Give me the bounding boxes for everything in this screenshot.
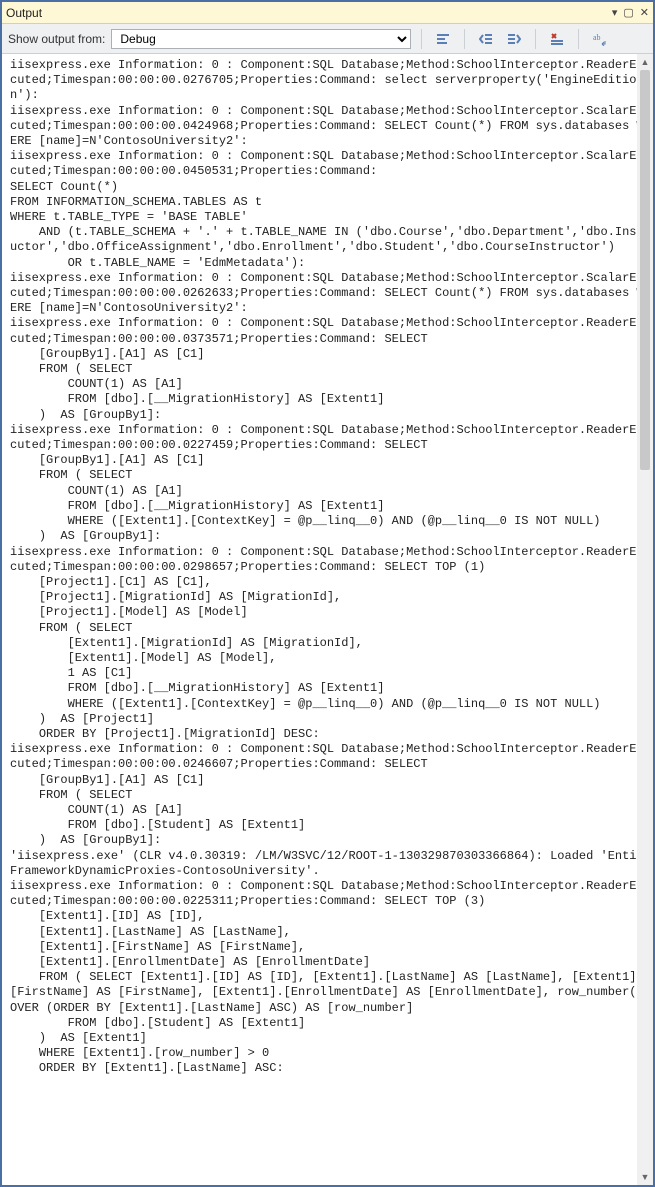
vertical-scrollbar[interactable]: ▲ ▼ — [637, 54, 653, 1185]
window-title: Output — [6, 6, 612, 20]
toolbar-separator — [578, 29, 579, 49]
svg-text:ab: ab — [593, 33, 601, 42]
toolbar-separator — [535, 29, 536, 49]
clear-all-icon[interactable] — [546, 28, 568, 50]
word-wrap-icon[interactable]: ab — [589, 28, 611, 50]
toolbar: Show output from: Debug ab — [2, 24, 653, 54]
scrollbar-thumb[interactable] — [640, 70, 650, 470]
indent-left-icon[interactable] — [475, 28, 497, 50]
scroll-up-icon[interactable]: ▲ — [637, 54, 653, 70]
show-from-label: Show output from: — [8, 32, 105, 46]
output-text[interactable]: iisexpress.exe Information: 0 : Componen… — [10, 58, 651, 1077]
output-area[interactable]: iisexpress.exe Information: 0 : Componen… — [2, 54, 653, 1185]
find-message-icon[interactable] — [432, 28, 454, 50]
indent-right-icon[interactable] — [503, 28, 525, 50]
toolbar-separator — [421, 29, 422, 49]
close-icon[interactable]: ✕ — [640, 6, 649, 19]
toolbar-separator — [464, 29, 465, 49]
pin-icon[interactable]: ▢ — [623, 6, 633, 19]
window-buttons: ▾ ▢ ✕ — [612, 6, 649, 19]
output-source-select[interactable]: Debug — [111, 29, 411, 49]
scroll-down-icon[interactable]: ▼ — [637, 1169, 653, 1185]
titlebar: Output ▾ ▢ ✕ — [2, 2, 653, 24]
dropdown-icon[interactable]: ▾ — [612, 6, 618, 19]
